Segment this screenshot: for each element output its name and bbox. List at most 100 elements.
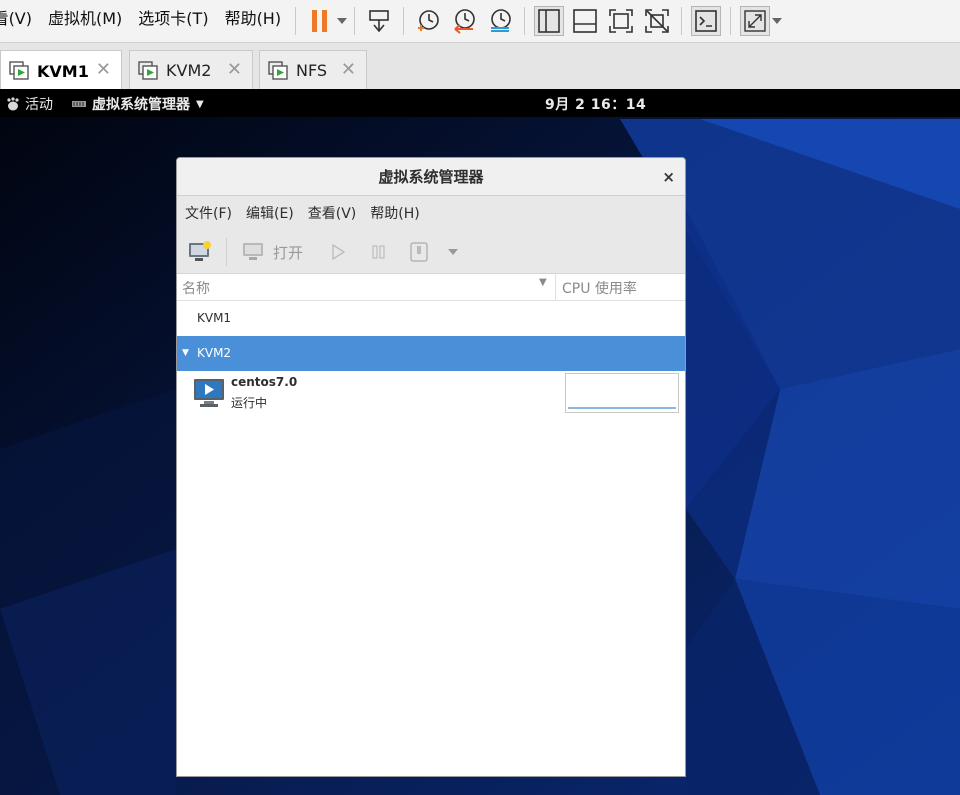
connection-row-kvm2[interactable]: ▼ KVM2 [177, 336, 685, 371]
chevron-down-icon: ▼ [196, 98, 204, 110]
menu-view[interactable]: 查看(V) [0, 7, 40, 35]
tab-label: KVM2 [166, 61, 212, 80]
unity-mode-icon [645, 9, 669, 33]
toolbar-separator [681, 7, 683, 35]
column-cpu-usage[interactable]: CPU 使用率 [562, 278, 637, 298]
expander-down-icon[interactable]: ▼ [182, 348, 189, 358]
column-name[interactable]: 名称 [182, 278, 210, 298]
running-vm-icon [194, 379, 224, 407]
cpu-usage-graph [565, 373, 679, 413]
chevron-down-icon [448, 249, 458, 255]
virt-manager-window: 虚拟系统管理器 × 文件(F) 编辑(E) 查看(V) 帮助(H) 打开 名称 … [176, 157, 686, 777]
gnome-top-bar: 活动 虚拟系统管理器 ▼ 9月 2 16：14 [0, 89, 960, 117]
guest-console[interactable]: 活动 虚拟系统管理器 ▼ 9月 2 16：14 虚拟系统管理器 × 文件(F) … [0, 89, 960, 795]
activities-label: 活动 [25, 97, 53, 113]
window-titlebar[interactable]: 虚拟系统管理器 × [177, 158, 685, 196]
play-icon [332, 243, 346, 261]
sort-arrow-icon[interactable]: ▼ [539, 277, 547, 288]
clock[interactable]: 9月 2 16：14 [545, 94, 646, 114]
tab-kvm1[interactable]: KVM1 ✕ [0, 50, 122, 91]
stretch-guest-button[interactable] [740, 6, 771, 36]
shutdown-button[interactable] [409, 230, 429, 274]
chevron-down-icon [772, 18, 783, 24]
tab-nfs[interactable]: NFS ✕ [259, 50, 367, 90]
menu-help[interactable]: 帮助(H) [366, 203, 423, 223]
full-screen-button[interactable] [606, 6, 636, 36]
pause-icon [312, 10, 328, 32]
toolbar-separator [354, 7, 356, 35]
column-divider [555, 274, 556, 301]
show-thumbnail-bar-button[interactable] [570, 6, 600, 36]
cpu-usage-line [568, 407, 676, 409]
vm-tab-icon [9, 61, 29, 80]
pause-dropdown[interactable] [336, 6, 348, 36]
menu-edit[interactable]: 编辑(E) [242, 203, 298, 223]
tab-label: NFS [296, 61, 328, 80]
window-title: 虚拟系统管理器 [378, 168, 484, 186]
shutdown-dropdown[interactable] [448, 230, 458, 274]
terminal-icon [695, 10, 717, 32]
snapshot-manager-button[interactable] [485, 6, 515, 36]
menu-tabs[interactable]: 选项卡(T) [130, 7, 216, 35]
send-ctrl-alt-del-button[interactable] [364, 6, 394, 36]
unity-mode-button[interactable] [642, 6, 672, 36]
activities-button[interactable]: 活动 [6, 94, 53, 114]
snapshot-revert-icon [454, 9, 475, 34]
tab-kvm2[interactable]: KVM2 ✕ [129, 50, 253, 90]
close-icon[interactable]: ✕ [96, 61, 111, 79]
list-header: 名称 ▼ CPU 使用率 [177, 274, 685, 301]
thumbnail-bar-icon [573, 9, 597, 33]
pause-button[interactable] [305, 6, 335, 36]
vm-tab-icon [138, 60, 158, 80]
close-icon[interactable]: ✕ [341, 61, 356, 79]
vm-status: 运行中 [231, 396, 268, 410]
full-screen-icon [609, 9, 633, 33]
new-vm-icon [189, 241, 211, 261]
app-menu[interactable]: 虚拟系统管理器 ▼ [72, 94, 204, 114]
menu-vm[interactable]: 虚拟机(M) [40, 7, 130, 35]
menu-file[interactable]: 文件(F) [181, 203, 236, 223]
vmware-tab-strip: KVM1 ✕ KVM2 ✕ NFS ✕ [0, 42, 960, 91]
new-vm-button[interactable] [187, 230, 213, 274]
open-button[interactable]: 打开 [241, 230, 303, 274]
keyboard-send-icon [369, 10, 389, 33]
app-menu-label: 虚拟系统管理器 [92, 97, 190, 113]
monitor-icon [243, 243, 263, 260]
stretch-dropdown[interactable] [771, 6, 783, 36]
close-icon[interactable]: ✕ [227, 61, 242, 79]
open-label: 打开 [273, 243, 304, 262]
toolbar-separator [730, 7, 732, 35]
power-icon [410, 242, 428, 262]
close-icon[interactable]: × [662, 158, 675, 196]
vm-tab-icon [268, 60, 288, 80]
app-menu-icon [72, 101, 86, 107]
run-button[interactable] [330, 230, 346, 274]
console-view-button[interactable] [691, 6, 722, 36]
menu-help[interactable]: 帮助(H) [217, 7, 290, 35]
show-library-button[interactable] [534, 6, 565, 36]
connection-row-kvm1[interactable]: KVM1 [177, 301, 685, 336]
snapshot-take-icon [418, 10, 439, 31]
tab-label: KVM1 [37, 61, 89, 81]
toolbar-separator [403, 7, 405, 35]
vmm-menubar: 文件(F) 编辑(E) 查看(V) 帮助(H) [177, 196, 685, 230]
toolbar-separator [295, 7, 297, 35]
vm-row[interactable]: centos7.0 运行中 [177, 371, 685, 415]
pause-icon [372, 245, 385, 259]
vmware-menubar: 查看(V) 虚拟机(M) 选项卡(T) 帮助(H) [0, 0, 960, 42]
connection-name: KVM1 [197, 311, 232, 325]
stretch-icon [744, 10, 766, 32]
vmm-toolbar: 打开 [177, 230, 685, 274]
gnome-foot-icon [7, 97, 19, 111]
menu-view[interactable]: 查看(V) [304, 203, 361, 223]
vm-name: centos7.0 [231, 375, 298, 389]
revert-snapshot-button[interactable] [449, 6, 479, 36]
library-view-icon [538, 9, 560, 33]
pause-button[interactable] [372, 230, 386, 274]
take-snapshot-button[interactable] [413, 6, 443, 36]
toolbar-separator [226, 238, 227, 266]
connection-name: KVM2 [197, 346, 232, 360]
chevron-down-icon [337, 18, 348, 24]
snapshot-manager-icon [491, 9, 511, 32]
toolbar-separator [524, 7, 526, 35]
